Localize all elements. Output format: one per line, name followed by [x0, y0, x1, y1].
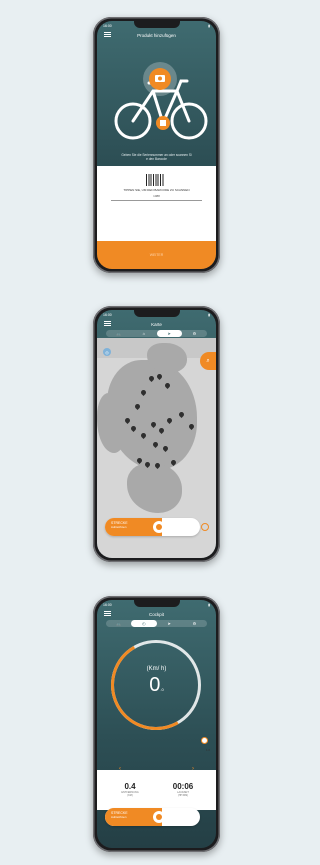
page-title: Produkt hinzufügen — [137, 32, 176, 38]
serial-input[interactable]: 1088 — [97, 194, 216, 198]
phone-map: 16:00 ▮ Karte 🚲 ⌂ ➤ ⚙ ◎ ⌕ STRECKE Aufzei… — [93, 306, 220, 562]
chevron-right-icon[interactable]: › — [192, 766, 194, 772]
distance-stat: 0.4 ENTFERNUNG (KM) — [105, 782, 155, 797]
route-record-toggle[interactable]: STRECKE Aufzeichnen — [105, 808, 200, 826]
route-toggle-knob[interactable] — [153, 521, 165, 533]
menu-icon[interactable] — [104, 32, 111, 37]
page-title: Karte — [151, 321, 162, 327]
duration-stat: 00:06 LAUFZEIT (HH:MM) — [158, 782, 208, 797]
route-toggle-active[interactable]: STRECKE Aufzeichnen — [105, 518, 165, 536]
route-toggle-active[interactable]: STRECKE Aufzeichnen — [105, 808, 165, 826]
next-button-label: WEITER — [149, 253, 164, 257]
status-time: 16:00 — [103, 313, 112, 317]
tab-map[interactable]: ➤ — [156, 330, 182, 337]
scale-label: 1.0 — [205, 748, 210, 752]
tab-settings[interactable]: ⚙ — [182, 620, 207, 627]
tab-bike[interactable]: 🚲 — [106, 330, 131, 337]
tab-cockpit[interactable]: ◴ — [131, 620, 157, 627]
cockpit-screen: 16:00 ▮ Cockpit 🚲 ◴ ➤ ⚙ (Km/ h) 0.0 1.0 ‹… — [97, 600, 216, 848]
map-landmass — [127, 463, 182, 513]
app-header: Produkt hinzufügen — [97, 29, 216, 41]
menu-icon[interactable] — [104, 611, 111, 616]
phone-add-product: 16:00 ▮ Produkt hinzufügen Geben Sie die … — [93, 17, 220, 273]
phone-notch — [133, 21, 180, 28]
menu-icon[interactable] — [104, 321, 111, 326]
instruction-line2: e den Barcode — [146, 157, 167, 161]
bike-illustration — [114, 62, 208, 140]
serial-input-underline — [111, 200, 202, 201]
add-product-screen: 16:00 ▮ Produkt hinzufügen Geben Sie die … — [97, 21, 216, 269]
record-icon[interactable] — [201, 737, 208, 744]
phone-cockpit: 16:00 ▮ Cockpit 🚲 ◴ ➤ ⚙ (Km/ h) 0.0 1.0 ‹… — [93, 596, 220, 852]
tab-cockpit[interactable]: ⌂ — [131, 330, 156, 337]
record-icon[interactable] — [201, 523, 209, 531]
phone-notch — [133, 600, 180, 607]
scan-panel: TIPPEN SIE, UM DEN BARCODE ZU SCANNEN 10… — [97, 166, 216, 242]
speed-decimal: .0 — [160, 687, 164, 692]
distance-unit: (KM) — [127, 794, 133, 797]
instruction-text: Geben Sie die Seriennummer an oder scann… — [105, 153, 208, 161]
status-time: 16:00 — [103, 24, 112, 28]
app-header: Cockpit — [97, 608, 216, 620]
battery-icon: ▮ — [208, 603, 210, 607]
speed-unit: (Km/ h) — [146, 666, 167, 672]
page-title: Cockpit — [148, 611, 164, 617]
barcode-badge-icon — [160, 120, 166, 126]
duration-value: 00:06 — [172, 782, 194, 791]
stats-pager: ‹ › — [119, 766, 194, 772]
search-icon[interactable]: ⌕ — [200, 352, 216, 370]
tab-bike[interactable]: 🚲 — [106, 620, 131, 627]
tab-bar: 🚲 ◴ ➤ ⚙ — [106, 620, 207, 627]
chevron-left-icon[interactable]: ‹ — [119, 766, 121, 772]
camera-lens — [158, 76, 162, 81]
next-button[interactable]: WEITER — [97, 241, 216, 269]
speed-integer: 0 — [149, 674, 161, 696]
location-icon[interactable]: ◎ — [103, 348, 111, 356]
map-screen: 16:00 ▮ Karte 🚲 ⌂ ➤ ⚙ ◎ ⌕ STRECKE Aufzei… — [97, 310, 216, 558]
route-record-toggle[interactable]: STRECKE Aufzeichnen — [105, 518, 200, 536]
barcode-icon[interactable] — [146, 174, 164, 186]
phone-notch — [133, 310, 180, 317]
battery-icon: ▮ — [208, 24, 210, 28]
tab-bar: 🚲 ⌂ ➤ ⚙ — [106, 330, 207, 337]
speed-value: 0.0 — [97, 674, 216, 697]
route-toggle-knob[interactable] — [153, 811, 165, 823]
tab-settings[interactable]: ⚙ — [182, 330, 207, 337]
tab-map[interactable]: ➤ — [157, 620, 182, 627]
distance-value: 0.4 — [124, 782, 136, 791]
map-landmass — [97, 393, 127, 453]
battery-icon: ▮ — [208, 313, 210, 317]
scan-label[interactable]: TIPPEN SIE, UM DEN BARCODE ZU SCANNEN — [97, 188, 216, 192]
app-header: Karte — [97, 318, 216, 330]
duration-unit: (HH:MM) — [177, 794, 189, 797]
status-time: 16:00 — [103, 603, 112, 607]
